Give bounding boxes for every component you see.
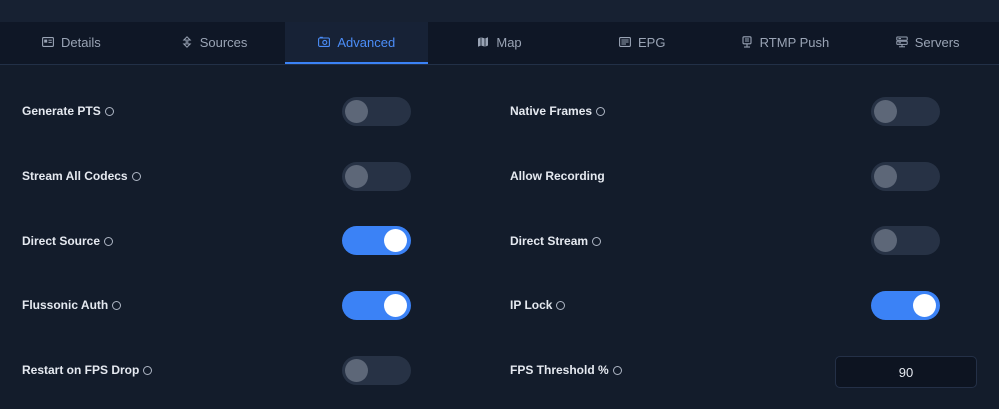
map-icon [477,36,489,48]
fps-threshold-label: FPS Threshold % [510,363,622,377]
id-card-icon [42,36,54,48]
ip-lock-toggle[interactable] [871,291,940,320]
direct-stream-toggle[interactable] [871,226,940,255]
arrows-icon [181,36,193,48]
info-icon[interactable] [104,236,114,246]
stream-settings-page: Details Sources Advanced Map EPG RTMP Pu… [0,0,999,409]
tab-bar: Details Sources Advanced Map EPG RTMP Pu… [0,22,999,65]
info-icon[interactable] [131,171,141,181]
direct-source-toggle[interactable] [342,226,411,255]
gears-icon [318,36,331,48]
toggle-knob [913,294,936,317]
allow-recording-toggle[interactable] [871,162,940,191]
tab-details[interactable]: Details [0,22,143,64]
tab-rtmp-push[interactable]: RTMP Push [714,22,857,64]
tab-label: Advanced [337,34,396,50]
generate-pts-label: Generate PTS [22,104,114,118]
tab-servers[interactable]: Servers [856,22,999,64]
setting-label-text: Generate PTS [22,104,101,118]
setting-label-text: Stream All Codecs [22,169,128,183]
server-icon [896,36,908,48]
tab-label: Servers [914,34,960,50]
toggle-knob [384,229,407,252]
tab-label: Map [496,34,522,50]
tab-epg[interactable]: EPG [571,22,714,64]
tab-label: Details [60,34,101,50]
info-icon[interactable] [112,300,122,310]
info-icon[interactable] [592,236,602,246]
allow-recording-label: Allow Recording [510,169,605,183]
tab-sources[interactable]: Sources [143,22,286,64]
setting-label-text: Restart on FPS Drop [22,363,140,377]
flussonic-auth-label: Flussonic Auth [22,298,122,312]
toggle-knob [874,100,897,123]
direct-source-label: Direct Source [22,234,114,248]
setting-label-text: FPS Threshold % [510,363,609,377]
stream-all-codecs-toggle[interactable] [342,162,411,191]
setting-label-text: IP Lock [510,298,553,312]
restart-on-fps-drop-label: Restart on FPS Drop [22,363,153,377]
setting-label-text: Allow Recording [510,169,605,183]
info-icon[interactable] [104,106,114,116]
top-bar [0,0,999,23]
tab-map[interactable]: Map [428,22,571,64]
generate-pts-toggle[interactable] [342,97,411,126]
info-icon[interactable] [612,365,622,375]
toggle-knob [384,294,407,317]
toggle-knob [345,165,368,188]
stream-all-codecs-label: Stream All Codecs [22,169,141,183]
ip-lock-label: IP Lock [510,298,566,312]
toggle-knob [874,165,897,188]
broadcast-icon [741,36,753,48]
tab-advanced[interactable]: Advanced [285,22,429,64]
tab-label: EPG [638,34,666,50]
direct-stream-label: Direct Stream [510,234,602,248]
tab-label: Sources [199,34,248,50]
info-icon[interactable] [143,365,153,375]
restart-on-fps-drop-toggle[interactable] [342,356,411,385]
info-icon[interactable] [596,106,606,116]
setting-label-text: Flussonic Auth [22,298,109,312]
flussonic-auth-toggle[interactable] [342,291,411,320]
setting-label-text: Direct Source [22,234,101,248]
fps-threshold-input[interactable] [835,356,977,388]
toggle-knob [345,359,368,382]
toggle-knob [345,100,368,123]
native-frames-label: Native Frames [510,104,606,118]
native-frames-toggle[interactable] [871,97,940,126]
tv-guide-icon [619,36,631,48]
tab-label: RTMP Push [759,34,830,50]
setting-label-text: Native Frames [510,104,593,118]
setting-label-text: Direct Stream [510,234,589,248]
info-icon[interactable] [556,300,566,310]
toggle-knob [874,229,897,252]
